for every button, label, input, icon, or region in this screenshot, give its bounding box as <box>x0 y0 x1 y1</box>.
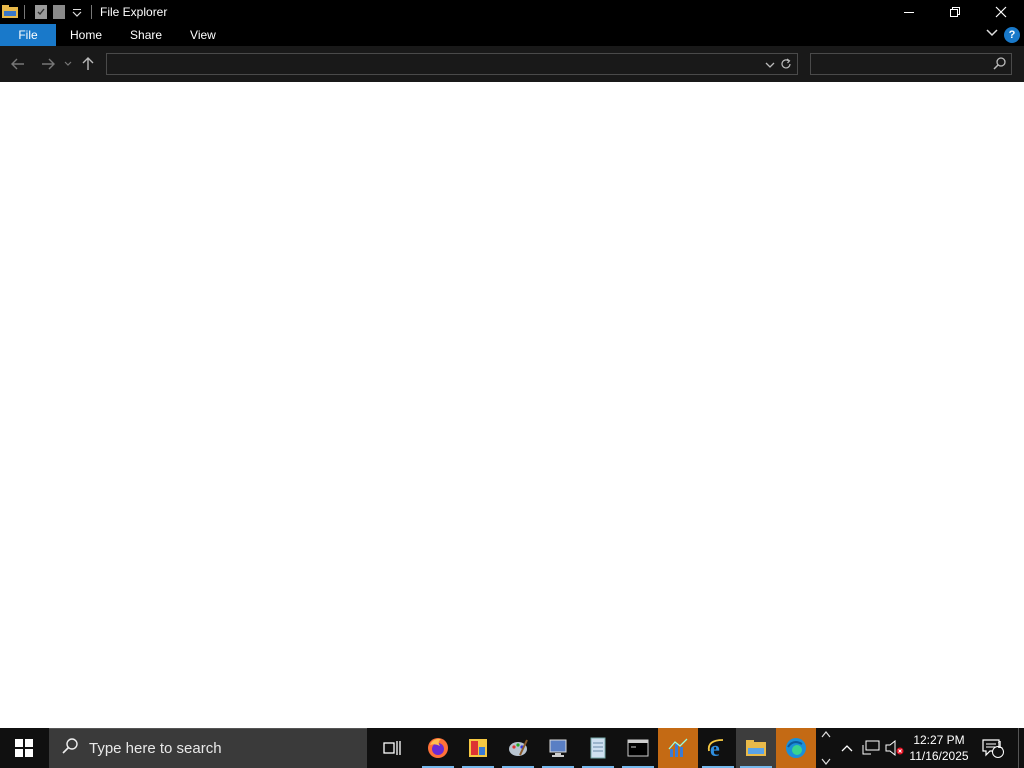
terminal-icon <box>627 739 649 757</box>
task-view-button[interactable] <box>372 728 412 768</box>
close-button[interactable] <box>978 0 1024 24</box>
address-history-chevron-icon[interactable] <box>765 57 775 75</box>
tab-share[interactable]: Share <box>116 24 176 46</box>
clock-time: 12:27 PM <box>913 733 965 747</box>
navigation-bar <box>0 46 1024 82</box>
volume-muted-icon[interactable] <box>884 728 906 768</box>
chart-icon <box>668 738 688 757</box>
notification-count-badge: 1 <box>997 740 1003 751</box>
address-bar[interactable] <box>106 53 798 75</box>
taskbar-search-placeholder: Type here to search <box>89 740 222 757</box>
taskbar: Type here to search e 12:27 PM 11/16/202… <box>0 728 1024 768</box>
edge-icon <box>786 738 806 758</box>
help-icon[interactable]: ? <box>1004 27 1020 43</box>
edge-taskbar-button[interactable] <box>776 728 816 768</box>
image-gallery-icon <box>469 739 487 757</box>
window-title: File Explorer <box>100 5 168 19</box>
properties-icon[interactable] <box>33 4 49 20</box>
tab-view[interactable]: View <box>176 24 230 46</box>
forward-button[interactable] <box>34 50 62 78</box>
expand-ribbon-chevron-icon[interactable] <box>986 26 998 44</box>
chevron-up-icon <box>821 731 831 738</box>
taskbar-scroll[interactable] <box>818 728 834 768</box>
up-button[interactable] <box>74 50 102 78</box>
start-button[interactable] <box>0 728 48 768</box>
customize-toolbar-chevron-icon[interactable] <box>69 4 85 20</box>
calculator-taskbar-button[interactable] <box>578 728 618 768</box>
task-view-icon <box>383 741 401 755</box>
file-explorer-taskbar-button[interactable] <box>736 728 776 768</box>
firefox-icon <box>428 738 448 758</box>
show-desktop-button[interactable] <box>1018 728 1024 768</box>
paint-palette-icon <box>509 739 528 756</box>
taskbar-search-box[interactable]: Type here to search <box>49 728 367 768</box>
restore-button[interactable] <box>932 0 978 24</box>
search-icon[interactable] <box>993 56 1007 75</box>
search-icon <box>61 737 79 760</box>
tab-file[interactable]: File <box>0 24 56 46</box>
search-input[interactable] <box>815 56 985 72</box>
clock-date: 11/16/2025 <box>909 749 969 763</box>
ribbon-tabs: File Home Share View ? <box>0 24 1024 46</box>
minimize-button[interactable] <box>886 0 932 24</box>
internet-explorer-icon: e <box>707 737 724 759</box>
toolbar-divider <box>91 5 92 19</box>
folder-icon <box>746 740 766 756</box>
command-prompt-taskbar-button[interactable] <box>618 728 658 768</box>
system-clock[interactable]: 12:27 PM 11/16/2025 <box>906 728 972 768</box>
action-center-button[interactable]: 1 <box>978 728 1008 768</box>
back-button[interactable] <box>4 50 32 78</box>
toolbar-divider <box>24 5 25 19</box>
title-bar: File Explorer <box>0 0 1024 24</box>
paint-palette-taskbar-button[interactable] <box>498 728 538 768</box>
system-info-taskbar-button[interactable] <box>538 728 578 768</box>
chevron-down-icon <box>821 758 831 765</box>
refresh-icon[interactable] <box>777 55 795 73</box>
chart-app-taskbar-button[interactable] <box>658 728 698 768</box>
chevron-up-icon <box>841 745 853 752</box>
computer-monitor-icon <box>549 739 567 757</box>
firefox-taskbar-button[interactable] <box>418 728 458 768</box>
folder-app-icon <box>2 4 18 20</box>
file-view-pane[interactable] <box>0 82 1024 728</box>
notepad-icon <box>590 737 606 759</box>
new-folder-icon[interactable] <box>51 4 67 20</box>
show-hidden-icons-button[interactable] <box>838 728 856 768</box>
window-controls <box>886 0 1024 24</box>
paint-app-taskbar-button[interactable] <box>458 728 498 768</box>
internet-explorer-taskbar-button[interactable]: e <box>698 728 738 768</box>
network-icon[interactable] <box>860 728 882 768</box>
recent-locations-chevron-icon[interactable] <box>62 50 74 78</box>
quick-access-toolbar <box>0 0 98 24</box>
windows-logo-icon <box>15 739 33 757</box>
search-box[interactable] <box>810 53 1012 75</box>
tab-home[interactable]: Home <box>56 24 116 46</box>
